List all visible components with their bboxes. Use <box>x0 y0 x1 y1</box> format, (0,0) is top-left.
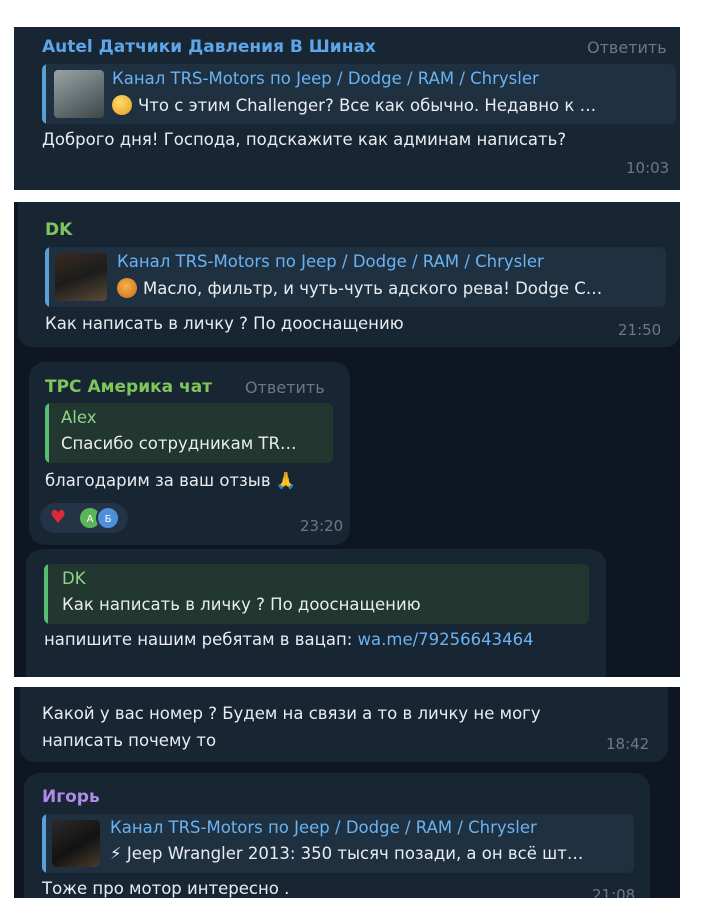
message-text: напишите нашим ребятам в вацап: wa.me/79… <box>44 630 534 649</box>
message-bubble-question[interactable]: Какой у вас номер ? Будем на связи а то … <box>20 687 668 762</box>
quote-bar <box>42 64 46 124</box>
reply-quote[interactable]: Alex Спасибо сотрудникам TR… <box>45 403 333 463</box>
reply-button[interactable]: Ответить <box>245 378 325 397</box>
quote-title: DK <box>62 569 86 588</box>
quote-title: Канал TRS-Motors по Jeep / Dodge / RAM /… <box>112 69 539 88</box>
quote-bar <box>45 403 49 463</box>
message-text: Какой у вас номер ? Будем на связи а то … <box>42 704 541 750</box>
whatsapp-link[interactable]: wa.me/79256643464 <box>358 630 534 649</box>
message-time: 10:03 <box>626 159 670 177</box>
message-text: Тоже про мотор интересно . <box>42 879 290 898</box>
chat-screenshot-1: Autel Датчики Давления В Шинах Ответить … <box>14 27 680 190</box>
sender-name[interactable]: Игорь <box>42 787 100 807</box>
lion-face-icon <box>117 278 137 298</box>
reply-button[interactable]: Ответить <box>587 38 667 57</box>
sender-name[interactable]: DK <box>45 220 72 240</box>
message-text: благодарим за ваш отзыв 🙏 <box>45 471 297 490</box>
forwarded-quote[interactable]: Канал TRS-Motors по Jeep / Dodge / RAM /… <box>45 247 666 307</box>
reactions-bar[interactable]: ♥ A Б <box>40 503 128 533</box>
message-time: 21:08 <box>592 886 636 898</box>
quote-title: Alex <box>61 408 97 427</box>
message-bubble-igor[interactable]: Игорь Канал TRS-Motors по Jeep / Dodge /… <box>24 773 650 898</box>
message-time: 23:20 <box>300 517 344 535</box>
quote-thumbnail <box>52 820 100 867</box>
message-time: 18:42 <box>606 735 650 753</box>
chat-screenshot-2: DK Канал TRS-Motors по Jeep / Dodge / RA… <box>14 202 680 677</box>
quote-text: Спасибо сотрудникам TR… <box>61 434 297 453</box>
message-text: Доброго дня! Господа, подскажите как адм… <box>42 130 567 149</box>
quote-text: ⚡ Jeep Wrangler 2013: 350 тысяч позади, … <box>110 844 584 863</box>
quote-title: Канал TRS-Motors по Jeep / Dodge / RAM /… <box>117 252 544 271</box>
message-bubble-dk[interactable]: DK Канал TRS-Motors по Jeep / Dodge / RA… <box>18 202 680 347</box>
quote-title: Канал TRS-Motors по Jeep / Dodge / RAM /… <box>110 818 537 837</box>
sender-name[interactable]: ТРС Америка чат <box>45 377 212 397</box>
message-text: Как написать в личку ? По дооснащению <box>45 314 404 333</box>
quote-bar <box>45 247 49 307</box>
reply-quote[interactable]: DK Как написать в личку ? По дооснащению <box>44 564 589 624</box>
quote-text: Что с этим Challenger? Все как обычно. Н… <box>112 95 664 115</box>
quote-thumbnail <box>55 253 107 301</box>
quote-bar <box>44 564 48 624</box>
avatar: Б <box>96 506 120 530</box>
quote-thumbnail <box>54 70 104 118</box>
forwarded-quote[interactable]: Канал TRS-Motors по Jeep / Dodge / RAM /… <box>42 814 634 873</box>
sender-name[interactable]: Autel Датчики Давления В Шинах <box>42 37 376 57</box>
message-bubble-reply[interactable]: DK Как написать в личку ? По дооснащению… <box>26 549 606 677</box>
quote-text: Как написать в личку ? По дооснащению <box>62 595 421 614</box>
quote-bar <box>42 814 46 873</box>
chat-screenshot-3: Какой у вас номер ? Будем на связи а то … <box>14 687 680 898</box>
heart-icon[interactable]: ♥ <box>50 509 66 527</box>
thinking-face-icon <box>112 95 132 115</box>
quote-text-content: Что с этим Challenger? Все как обычно. Н… <box>138 96 597 115</box>
forwarded-quote[interactable]: Канал TRS-Motors по Jeep / Dodge / RAM /… <box>42 64 676 124</box>
quote-text-content: Масло, фильтр, и чуть-чуть адского рева!… <box>143 279 603 298</box>
quote-text: Масло, фильтр, и чуть-чуть адского рева!… <box>117 278 657 298</box>
message-time: 21:50 <box>618 321 662 339</box>
message-bubble[interactable]: Autel Датчики Давления В Шинах Ответить … <box>14 27 680 190</box>
message-text-content: напишите нашим ребятам в вацап: <box>44 630 358 649</box>
